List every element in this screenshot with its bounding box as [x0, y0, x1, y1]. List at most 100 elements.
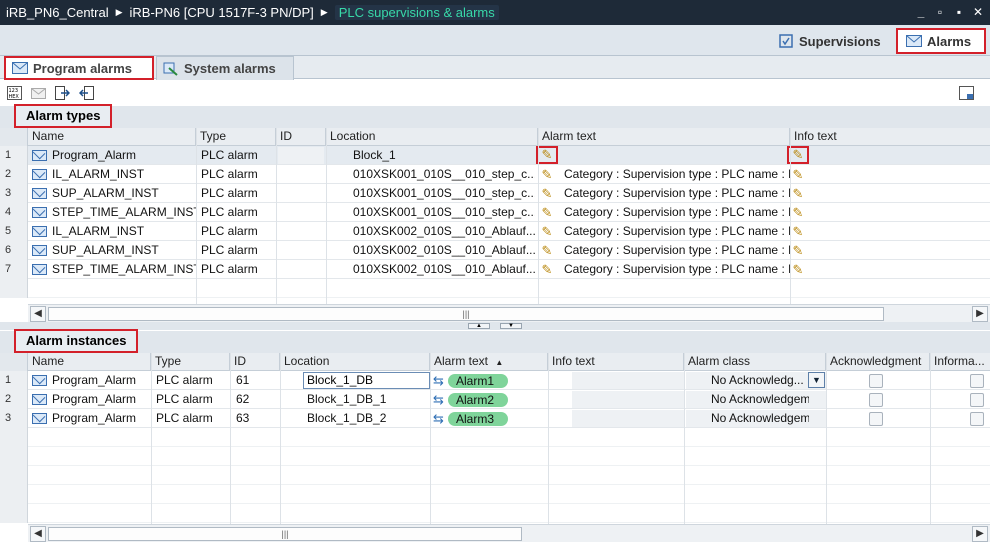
column-header-id[interactable]: ID [230, 353, 280, 371]
table-row[interactable]: 1 Program_Alarm PLC alarm Block_1 ✎ ✎ [0, 146, 990, 165]
tab-alarms[interactable]: Alarms [896, 28, 986, 54]
acknowledgment-checkbox[interactable] [869, 374, 883, 388]
cell-name[interactable]: Program_Alarm [48, 146, 196, 165]
column-header-info-text[interactable]: Info text [790, 128, 990, 146]
panel-settings-icon[interactable] [959, 86, 974, 100]
minimize-icon[interactable]: _ [913, 4, 929, 20]
cell-id[interactable] [277, 260, 325, 279]
text-editor-icon[interactable]: ✎ [539, 224, 555, 239]
cell-alarm-class[interactable]: No Acknowledgem... [707, 390, 809, 409]
cell-id[interactable]: 63 [232, 409, 280, 428]
scrollbar-thumb[interactable]: ||| [48, 307, 884, 321]
cell-type[interactable]: PLC alarm [197, 146, 276, 165]
cell-id[interactable]: 61 [232, 371, 280, 390]
scrollbar-thumb[interactable]: ||| [48, 527, 522, 541]
alarm-types-scrollbar[interactable]: ◀ ||| ▶ [28, 304, 990, 322]
cell-type[interactable]: PLC alarm [197, 165, 276, 184]
info-text-editor-icon[interactable]: ✎ [790, 262, 806, 277]
info-text-editor-icon[interactable]: ✎ [790, 224, 806, 239]
text-editor-icon[interactable]: ✎ [539, 186, 555, 201]
table-row[interactable]: 2 IL_ALARM_INST PLC alarm 010XSK001_010S__0… [0, 165, 990, 184]
cell-name[interactable]: IL_ALARM_INST [48, 165, 196, 184]
table-row[interactable]: 4 STEP_TIME_ALARM_INST PLC alarm 010XSK001_… [0, 203, 990, 222]
column-header-location[interactable]: Location [326, 128, 538, 146]
table-row[interactable]: 3 SUP_ALARM_INST PLC alarm 010XSK001_010S__… [0, 184, 990, 203]
splitter-down-icon[interactable]: ▼ [500, 323, 522, 329]
table-row[interactable]: 3 Program_Alarm PLC alarm 63 Block_1_DB_2 ⇆ Al… [0, 409, 990, 428]
cell-type[interactable]: PLC alarm [197, 184, 276, 203]
cell-id[interactable]: 62 [232, 390, 280, 409]
mail-disabled-icon[interactable] [31, 86, 46, 100]
text-editor-icon[interactable]: ✎ [539, 167, 555, 182]
hex-display-icon[interactable]: 123HEX [7, 86, 22, 100]
breadcrumb-device[interactable]: iRB-PN6 [CPU 1517F-3 PN/DP] [130, 5, 314, 20]
cell-name[interactable]: STEP_TIME_ALARM_INST [48, 203, 196, 222]
column-header-type[interactable]: Type [196, 128, 276, 146]
cell-alarm-text[interactable]: Category : Supervision type : PLC name :… [560, 184, 790, 203]
column-header-type[interactable]: Type [151, 353, 230, 371]
table-row[interactable]: 6 SUP_ALARM_INST PLC alarm 010XSK002_010S__… [0, 241, 990, 260]
cell-location[interactable]: Block_1_DB [303, 372, 430, 389]
cell-location[interactable]: 010XSK001_010S__010_step_c... [349, 184, 535, 203]
tab-system-alarms[interactable]: System alarms [156, 56, 294, 80]
cell-id[interactable] [277, 241, 325, 260]
acknowledgment-checkbox[interactable] [869, 393, 883, 407]
cell-type[interactable]: PLC alarm [197, 260, 276, 279]
info-text-editor-icon[interactable]: ✎ [790, 243, 806, 258]
tab-supervisions[interactable]: Supervisions [770, 28, 894, 54]
cell-alarm-text[interactable]: Category : Supervision type : PLC name :… [560, 165, 790, 184]
cell-info-text[interactable] [810, 184, 990, 203]
cell-name[interactable]: IL_ALARM_INST [48, 222, 196, 241]
text-editor-icon[interactable]: ✎ [539, 205, 555, 220]
alarm-instances-scrollbar[interactable]: ◀ ||| ▶ [28, 524, 990, 542]
cell-name[interactable]: SUP_ALARM_INST [48, 241, 196, 260]
alarm-text-pill[interactable]: Alarm1 [448, 374, 508, 388]
cell-alarm-class[interactable]: No Acknowledg... [707, 371, 809, 390]
cell-alarm-text[interactable]: Category : Supervision type : PLC name :… [560, 222, 790, 241]
column-header-alarm-class[interactable]: Alarm class [684, 353, 826, 371]
information-checkbox[interactable] [970, 393, 984, 407]
cell-info-text[interactable] [572, 391, 684, 408]
cell-id[interactable] [277, 203, 325, 222]
column-header-alarm-text[interactable]: Alarm text ▲ [430, 353, 548, 371]
cell-location[interactable]: Block_1 [349, 146, 535, 165]
cell-info-text[interactable] [572, 372, 684, 389]
close-icon[interactable]: ✕ [970, 4, 986, 20]
text-editor-icon[interactable]: ✎ [539, 262, 555, 277]
scroll-left-icon[interactable]: ◀ [30, 526, 46, 542]
cell-info-text[interactable] [810, 146, 990, 165]
information-checkbox[interactable] [970, 412, 984, 426]
cell-info-text[interactable] [810, 241, 990, 260]
cell-name[interactable]: Program_Alarm [48, 371, 151, 390]
import-icon[interactable] [79, 86, 94, 100]
tab-program-alarms[interactable]: Program alarms [4, 56, 154, 80]
cell-id[interactable] [277, 184, 325, 203]
cell-alarm-text[interactable]: Category : Supervision type : PLC name :… [560, 241, 790, 260]
column-header-location[interactable]: Location [280, 353, 430, 371]
maximize-icon[interactable]: ▪ [951, 4, 967, 20]
cell-location[interactable]: Block_1_DB_2 [303, 409, 430, 428]
acknowledgment-checkbox[interactable] [869, 412, 883, 426]
cell-id[interactable] [277, 222, 325, 241]
cell-type[interactable]: PLC alarm [152, 390, 230, 409]
text-editor-icon[interactable]: ✎ [539, 243, 555, 258]
information-checkbox[interactable] [970, 374, 984, 388]
scroll-right-icon[interactable]: ▶ [972, 526, 988, 542]
cell-name[interactable]: STEP_TIME_ALARM_INST [48, 260, 196, 279]
cell-name[interactable]: Program_Alarm [48, 409, 151, 428]
column-header-name[interactable]: Name [28, 353, 151, 371]
cell-alarm-text[interactable]: Category : Supervision type : PLC name :… [560, 260, 790, 279]
cell-type[interactable]: PLC alarm [197, 241, 276, 260]
breadcrumb-editor[interactable]: PLC supervisions & alarms [334, 5, 499, 20]
cell-type[interactable]: PLC alarm [197, 203, 276, 222]
cell-location[interactable]: Block_1_DB_1 [303, 390, 430, 409]
cell-id[interactable] [277, 146, 325, 165]
column-header-alarm-text[interactable]: Alarm text [538, 128, 790, 146]
cell-type[interactable]: PLC alarm [152, 409, 230, 428]
column-header-information[interactable]: Informa... [930, 353, 990, 371]
chevron-down-icon[interactable]: ▼ [808, 372, 825, 388]
cell-type[interactable]: PLC alarm [152, 371, 230, 390]
cell-info-text[interactable] [810, 222, 990, 241]
cell-info-text[interactable] [810, 203, 990, 222]
cell-info-text[interactable] [810, 165, 990, 184]
